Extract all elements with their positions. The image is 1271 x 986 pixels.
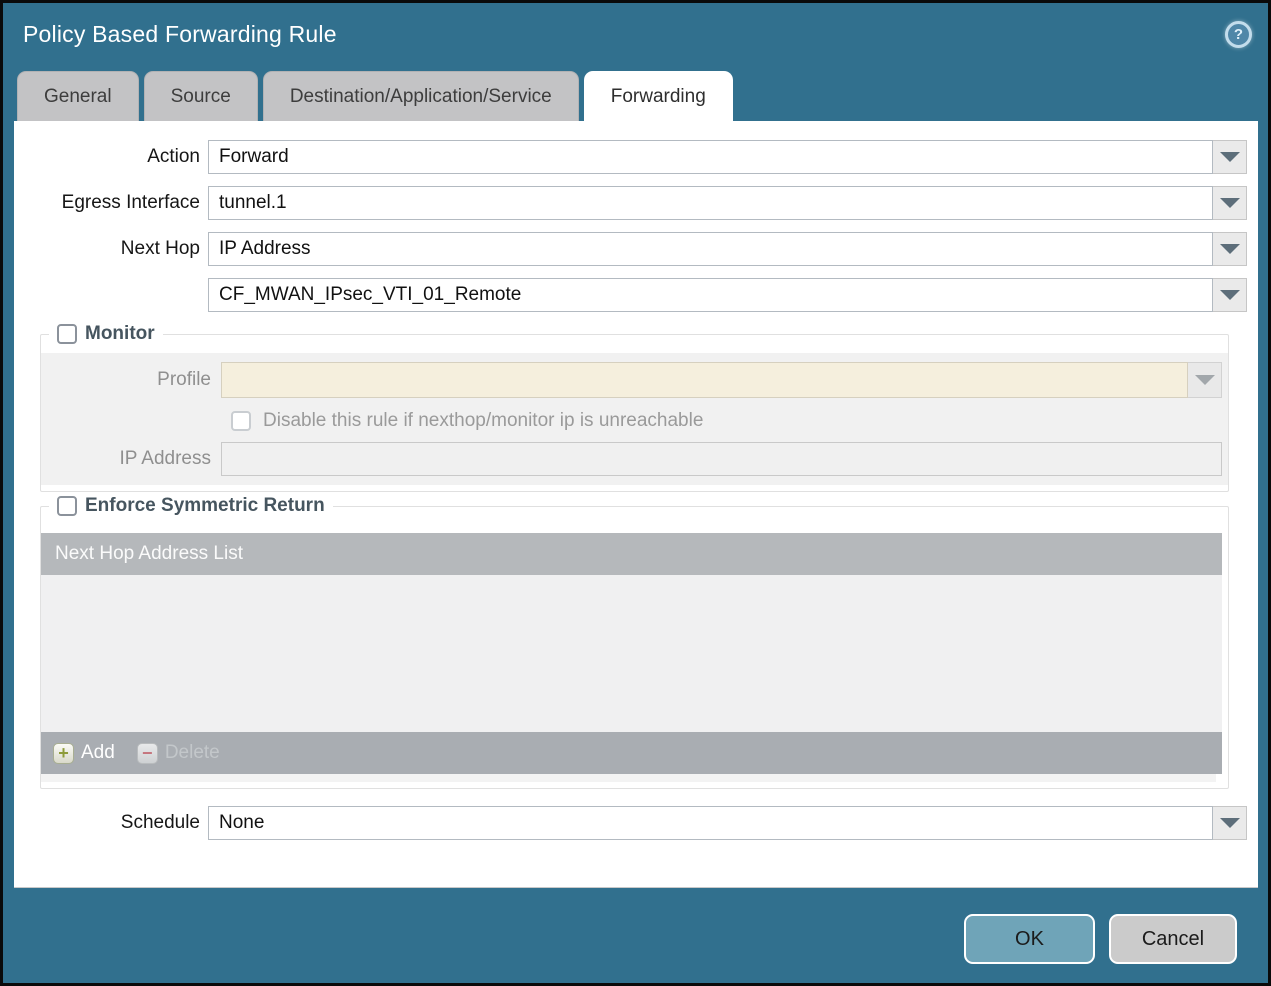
monitor-ip-address-label: IP Address (119, 448, 211, 469)
next-hop-row: Next Hop IP Address (14, 232, 1247, 266)
schedule-dropdown-button[interactable] (1213, 806, 1247, 840)
monitor-checkbox[interactable] (57, 324, 77, 344)
next-hop-address-list-toolbar: + Add − Delete (41, 732, 1222, 774)
profile-label: Profile (157, 369, 211, 390)
next-hop-address-select[interactable]: CF_MWAN_IPsec_VTI_01_Remote (208, 278, 1213, 312)
dialog-titlebar: Policy Based Forwarding Rule ? (3, 3, 1268, 65)
ok-button[interactable]: OK (964, 914, 1095, 964)
next-hop-dropdown-button[interactable] (1213, 232, 1247, 266)
monitor-group: Monitor Profile Disable this rule if nex… (40, 323, 1229, 492)
tab-general[interactable]: General (17, 71, 139, 121)
monitor-legend-label: Monitor (85, 323, 155, 344)
add-button[interactable]: + Add (53, 742, 115, 764)
caret-down-icon (1219, 818, 1240, 828)
caret-down-icon (1194, 375, 1215, 385)
monitor-legend: Monitor (49, 323, 163, 345)
egress-interface-select[interactable]: tunnel.1 (208, 186, 1213, 220)
table-bottom-strip (41, 774, 1216, 782)
action-row: Action Forward (14, 140, 1247, 174)
dialog-footer: OK Cancel (3, 888, 1268, 983)
help-icon[interactable]: ? (1225, 20, 1252, 48)
egress-interface-row: Egress Interface tunnel.1 (14, 186, 1247, 220)
tab-content-forwarding: Action Forward Egress Interface tunnel.1… (14, 121, 1258, 888)
symmetric-return-group: Enforce Symmetric Return Next Hop Addres… (40, 495, 1229, 789)
disable-rule-row: Disable this rule if nexthop/monitor ip … (231, 410, 1222, 432)
egress-interface-label: Egress Interface (61, 192, 200, 213)
profile-dropdown-button (1188, 362, 1222, 398)
egress-interface-dropdown-button[interactable] (1213, 186, 1247, 220)
profile-row: Profile (41, 362, 1222, 398)
next-hop-select[interactable]: IP Address (208, 232, 1213, 266)
symmetric-return-checkbox[interactable] (57, 496, 77, 516)
monitor-ip-address-row: IP Address (41, 442, 1222, 476)
tab-source[interactable]: Source (143, 71, 258, 121)
dialog-title: Policy Based Forwarding Rule (23, 20, 337, 47)
plus-icon: + (53, 742, 74, 764)
add-button-label: Add (81, 742, 115, 763)
disable-rule-checkbox (231, 411, 251, 431)
policy-based-forwarding-dialog: Policy Based Forwarding Rule ? General S… (0, 0, 1271, 986)
symmetric-return-legend: Enforce Symmetric Return (49, 495, 333, 517)
cancel-button[interactable]: Cancel (1109, 914, 1237, 964)
delete-button-label: Delete (164, 742, 220, 763)
action-select[interactable]: Forward (208, 140, 1213, 174)
next-hop-address-table: Next Hop Address List + Add − Delete (41, 533, 1222, 782)
action-dropdown-button[interactable] (1213, 140, 1247, 174)
monitor-ip-address-input (221, 442, 1222, 476)
schedule-label: Schedule (120, 812, 200, 833)
next-hop-address-list-header: Next Hop Address List (41, 533, 1222, 575)
tab-bar: General Source Destination/Application/S… (3, 65, 1268, 121)
next-hop-label: Next Hop (120, 238, 200, 259)
disable-rule-label: Disable this rule if nexthop/monitor ip … (263, 410, 704, 431)
schedule-select[interactable]: None (208, 806, 1213, 840)
next-hop-address-list-body (41, 575, 1222, 732)
action-label: Action (147, 146, 200, 167)
symmetric-return-legend-label: Enforce Symmetric Return (85, 495, 325, 516)
caret-down-icon (1219, 290, 1240, 300)
caret-down-icon (1219, 152, 1240, 162)
minus-icon: − (136, 742, 158, 764)
tab-destination-application-service[interactable]: Destination/Application/Service (262, 71, 579, 121)
monitor-panel: Profile Disable this rule if nexthop/mon… (41, 353, 1228, 485)
delete-button[interactable]: − Delete (136, 742, 220, 764)
next-hop-address-dropdown-button[interactable] (1213, 278, 1247, 312)
tab-forwarding[interactable]: Forwarding (583, 71, 733, 121)
schedule-row: Schedule None (14, 806, 1247, 840)
caret-down-icon (1219, 198, 1240, 208)
caret-down-icon (1219, 244, 1240, 254)
next-hop-address-row: CF_MWAN_IPsec_VTI_01_Remote (14, 278, 1247, 312)
profile-select (221, 362, 1188, 398)
